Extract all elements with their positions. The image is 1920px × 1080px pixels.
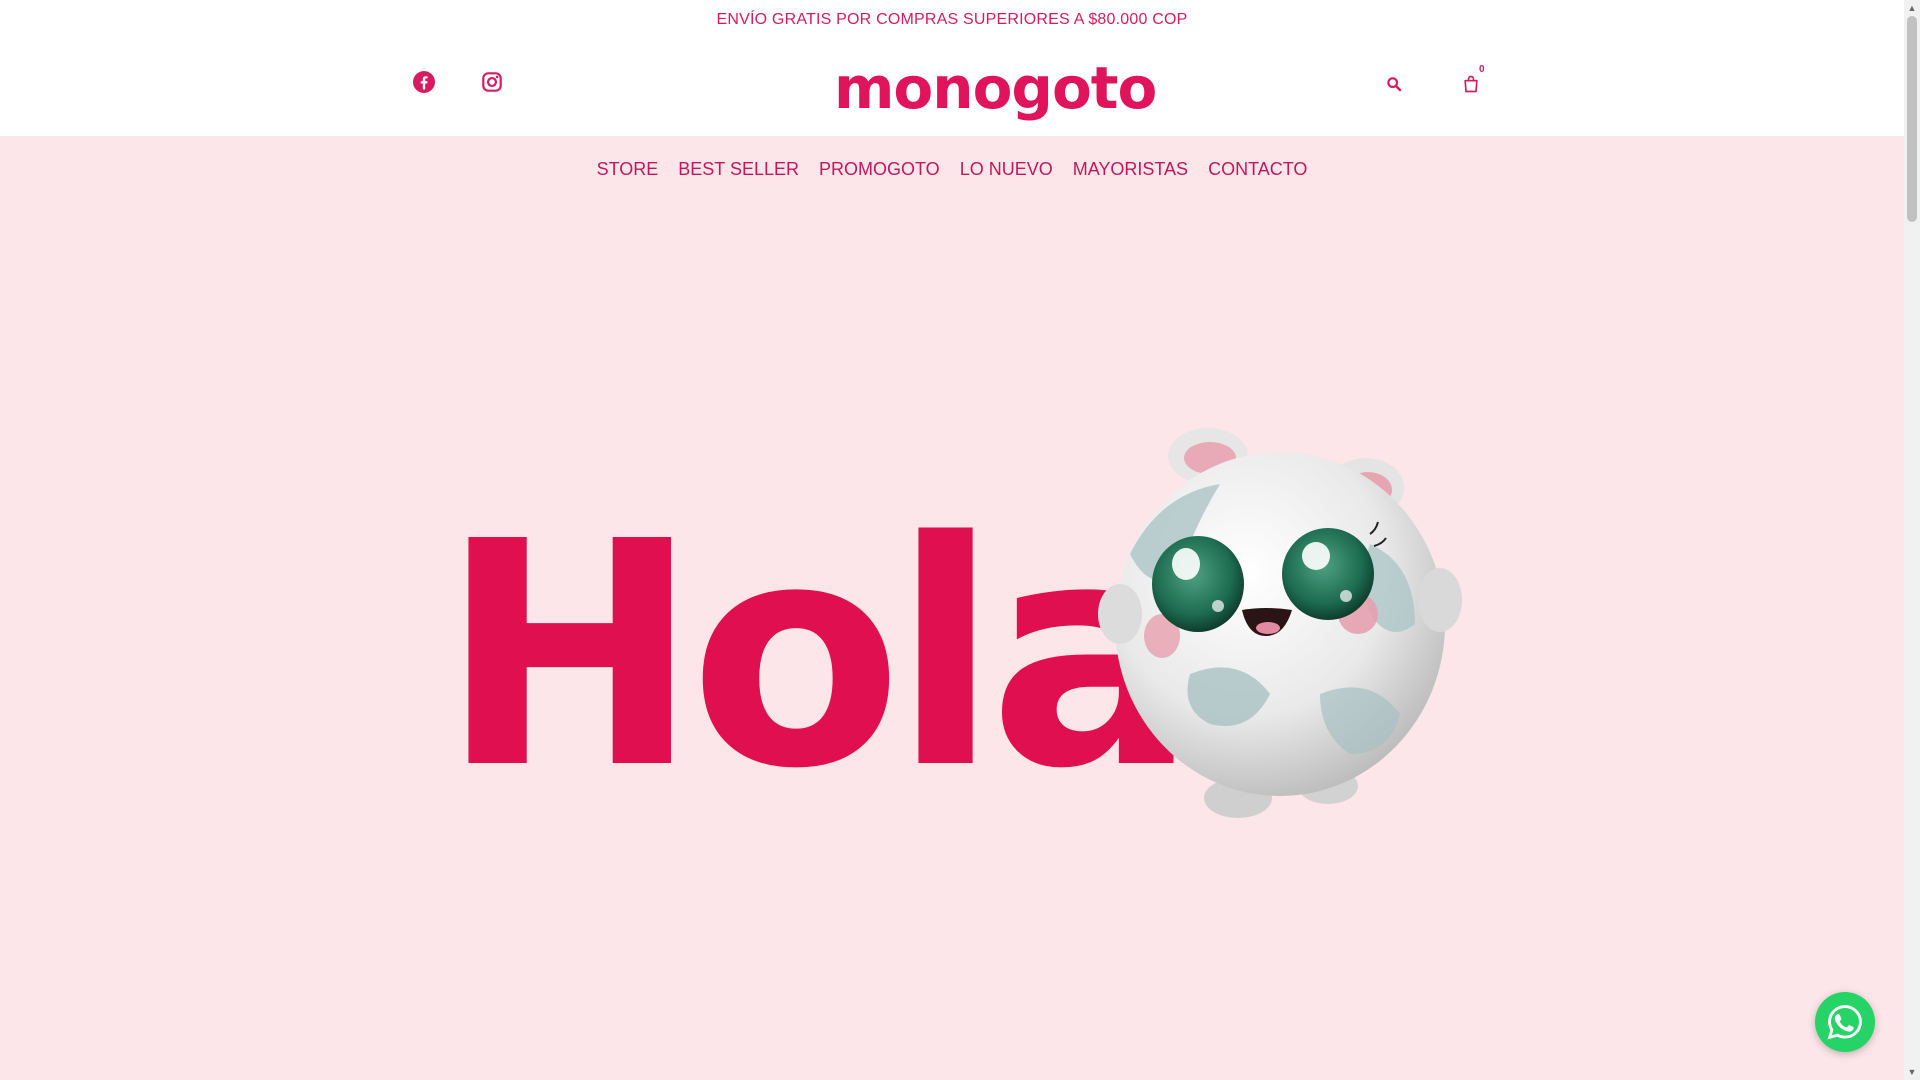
page-scrollbar[interactable]: ▲ ▼: [1904, 0, 1920, 1080]
facebook-link[interactable]: [410, 68, 438, 96]
scroll-up-arrow[interactable]: ▲: [1904, 0, 1920, 16]
scroll-thumb[interactable]: [1907, 16, 1917, 222]
search-button[interactable]: [1381, 71, 1407, 97]
hero-banner[interactable]: Hola: [0, 202, 1904, 1080]
site-logo[interactable]: monogoto: [834, 54, 1157, 122]
search-icon: [1387, 77, 1402, 92]
announcement-bar: ENVÍO GRATIS POR COMPRAS SUPERIORES A $8…: [0, 0, 1904, 40]
whatsapp-button[interactable]: [1815, 992, 1875, 1052]
cart-count: 0: [1479, 64, 1485, 75]
nav-item-contacto[interactable]: CONTACTO: [1208, 159, 1307, 180]
instagram-link[interactable]: [478, 68, 506, 96]
logo-text: monogoto: [834, 54, 1157, 122]
cart-icon: [1464, 75, 1478, 93]
whatsapp-icon: [1827, 1005, 1862, 1040]
scroll-down-arrow[interactable]: ▼: [1904, 1064, 1920, 1080]
site-header: monogoto 0: [0, 40, 1904, 136]
nav-item-best-seller[interactable]: BEST SELLER: [678, 159, 799, 180]
facebook-icon: [413, 71, 435, 93]
mascot-image: [1098, 428, 1462, 818]
nav-item-promogoto[interactable]: PROMOGOTO: [819, 159, 940, 180]
instagram-icon: [482, 72, 502, 92]
nav-item-lo-nuevo[interactable]: LO NUEVO: [960, 159, 1053, 180]
nav-item-mayoristas[interactable]: MAYORISTAS: [1073, 159, 1188, 180]
nav-item-store[interactable]: STORE: [597, 159, 659, 180]
page: ENVÍO GRATIS POR COMPRAS SUPERIORES A $8…: [0, 0, 1904, 1080]
announcement-text: ENVÍO GRATIS POR COMPRAS SUPERIORES A $8…: [716, 11, 1188, 28]
main-nav: STORE BEST SELLER PROMOGOTO LO NUEVO MAY…: [0, 136, 1904, 202]
